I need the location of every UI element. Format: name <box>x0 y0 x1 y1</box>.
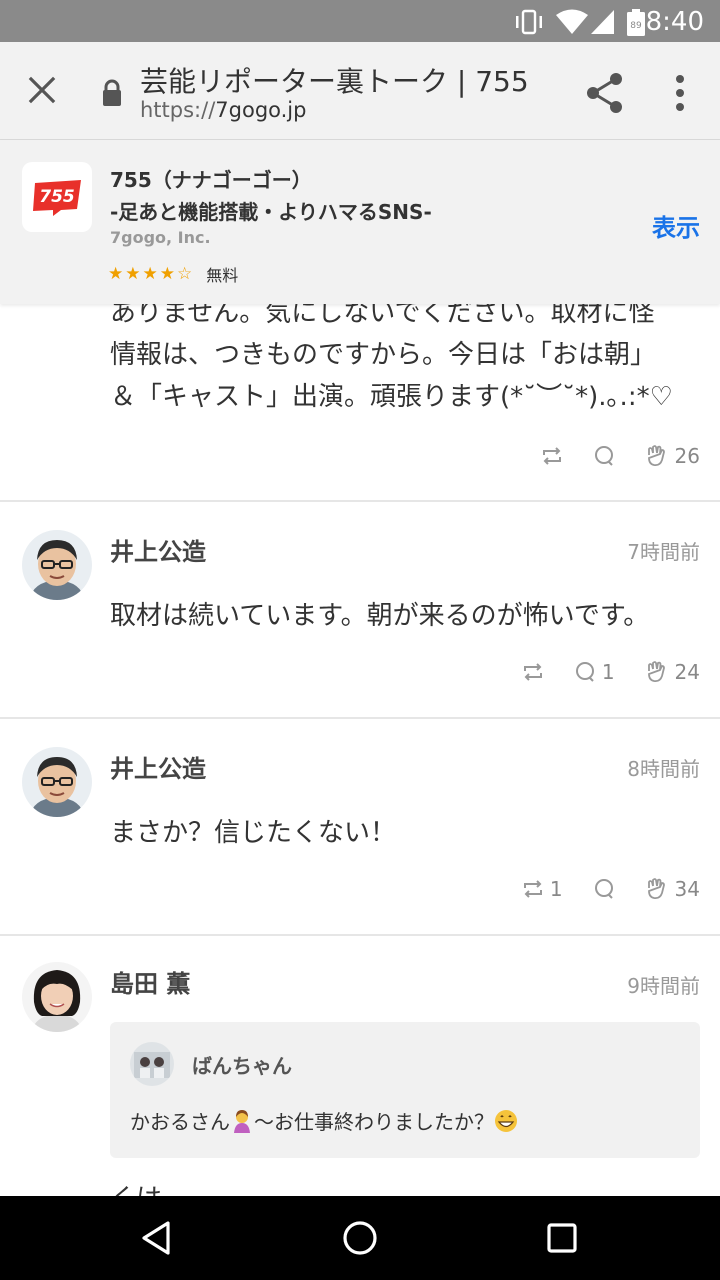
view-app-button[interactable]: 表示 <box>652 208 700 243</box>
quote-avatar[interactable] <box>130 1042 174 1086</box>
recents-icon[interactable] <box>542 1218 582 1258</box>
avatar-group-photo <box>130 1042 174 1086</box>
post-text: くは… <box>110 1178 188 1196</box>
post-text: まさか？信じたくない！ <box>110 818 397 848</box>
comment-icon <box>594 446 613 466</box>
like-button[interactable]: 26 <box>645 444 700 468</box>
grinning-face-emoji-icon <box>495 1110 517 1132</box>
url-host: 7gogo.jp <box>215 98 307 122</box>
url-scheme: https:// <box>140 98 216 122</box>
post-time: 9時間前 <box>627 974 700 998</box>
page-title: 芸能リポーター裏トーク | 755 <box>140 65 529 98</box>
more-vert-icon[interactable] <box>660 70 700 116</box>
clap-icon <box>647 878 665 900</box>
post-text: ありません。気にしないでください。取材に怪 情報は、つきものですから。今日は「お… <box>110 292 700 418</box>
quote-author-name[interactable]: ばんちゃん <box>192 1050 292 1079</box>
comment-button[interactable] <box>593 879 615 899</box>
app-name: 755（ナナゴーゴー） <box>110 168 312 192</box>
app-tagline: -足あと機能搭載・よりハマるSNS- <box>110 200 432 224</box>
close-icon <box>28 76 56 104</box>
repost-icon <box>523 663 542 681</box>
back-icon[interactable] <box>138 1218 178 1258</box>
avatar-man-glasses <box>22 747 92 817</box>
quoted-post[interactable]: ばんちゃん かおるさん 〜お仕事終わりましたか？ <box>110 1022 700 1158</box>
repost-button[interactable] <box>541 446 563 466</box>
avatar-man-glasses <box>22 530 92 600</box>
post-time: 8時間前 <box>627 757 700 781</box>
like-button[interactable]: 34 <box>645 877 700 901</box>
post-actions: 1 34 <box>492 877 700 901</box>
comment-count: 1 <box>601 660 615 684</box>
app-price: 無料 <box>206 266 239 285</box>
clap-icon <box>647 661 665 683</box>
clap-icon <box>647 445 665 467</box>
app-logo[interactable]: 755 <box>22 162 92 232</box>
post-item[interactable]: 井上公造 7時間前 取材は続いています。朝が来るのが怖いです。 1 24 <box>0 502 720 719</box>
share-icon[interactable] <box>582 70 628 116</box>
close-button[interactable] <box>18 66 66 114</box>
app-logo-text: 755 <box>39 187 75 207</box>
repost-button[interactable]: 1 <box>522 877 563 901</box>
comment-button[interactable] <box>593 446 615 466</box>
comment-icon <box>594 879 613 899</box>
comment-button[interactable]: 1 <box>574 660 615 684</box>
star-full-icon: ★ <box>125 264 141 284</box>
quote-text-part: 〜お仕事終わりましたか？ <box>254 1110 494 1134</box>
home-icon[interactable] <box>340 1218 380 1258</box>
vibrate-icon <box>516 9 542 35</box>
like-button[interactable]: 24 <box>645 660 700 684</box>
quote-text-part: かおるさん <box>130 1110 230 1134</box>
post-text-line: 情報は、つきものですから。今日は「おは朝」 <box>110 340 657 370</box>
star-full-icon: ★ <box>108 264 124 284</box>
like-count: 34 <box>674 877 700 901</box>
quote-text: かおるさん 〜お仕事終わりましたか？ <box>130 1106 518 1135</box>
like-count: 24 <box>674 660 700 684</box>
755-logo-icon: 755 <box>33 180 81 216</box>
repost-count: 1 <box>549 877 563 901</box>
navigation-bar <box>0 1196 720 1280</box>
post-item[interactable]: 井上公造 8時間前 まさか？信じたくない！ 1 34 <box>0 719 720 936</box>
author-name[interactable]: 島田 薫 <box>110 964 190 999</box>
repost-button[interactable] <box>522 662 544 682</box>
feed[interactable]: ありません。気にしないでください。取材に怪 情報は、つきものですから。今日は「お… <box>0 290 720 1196</box>
post-time: 7時間前 <box>627 540 700 564</box>
woman-gesturing-emoji-icon <box>234 1110 250 1133</box>
author-name[interactable]: 井上公造 <box>110 532 206 567</box>
star-full-icon: ★ <box>159 264 175 284</box>
battery-icon: 89 <box>627 9 645 36</box>
repost-icon <box>523 880 542 898</box>
clock: 8:40 <box>645 7 704 37</box>
app-install-banner[interactable]: 755 755（ナナゴーゴー） -足あと機能搭載・よりハマるSNS- 7gogo… <box>0 140 720 304</box>
post-actions: 1 24 <box>492 660 700 684</box>
avatar[interactable] <box>22 747 92 817</box>
app-rating: ★ ★ ★ ★ ☆ 無料 <box>108 262 238 286</box>
like-count: 26 <box>674 444 700 468</box>
status-bar: 89 8:40 <box>0 0 720 42</box>
comment-icon <box>575 662 594 682</box>
app-developer: 7gogo, Inc. <box>110 228 211 247</box>
post-text: 取材は続いています。朝が来るのが怖いです。 <box>110 601 650 631</box>
signal-icon <box>591 10 614 34</box>
star-full-icon: ★ <box>142 264 158 284</box>
post-text-line: ＆「キャスト」出演。頑張ります(*˘︶˘*).｡.:*♡ <box>110 382 673 412</box>
author-name[interactable]: 井上公造 <box>110 749 206 784</box>
post-actions: 26 <box>511 444 700 468</box>
page-url: https://7gogo.jp <box>140 98 306 122</box>
star-empty-icon: ☆ <box>177 264 193 284</box>
post-item[interactable]: ありません。気にしないでください。取材に怪 情報は、つきものですから。今日は「お… <box>0 290 720 502</box>
avatar[interactable] <box>22 530 92 600</box>
repost-icon <box>542 447 561 465</box>
post-item[interactable]: 島田 薫 9時間前 ばんちゃん かおるさん〜お仕事終わりましたか？ くは… <box>0 936 720 1196</box>
battery-level: 89 <box>630 21 642 31</box>
avatar[interactable] <box>22 962 92 1032</box>
custom-tab-toolbar: 芸能リポーター裏トーク | 755 https://7gogo.jp <box>0 42 720 140</box>
avatar-woman <box>22 962 92 1032</box>
wifi-icon <box>556 9 588 34</box>
lock-icon <box>103 79 121 106</box>
